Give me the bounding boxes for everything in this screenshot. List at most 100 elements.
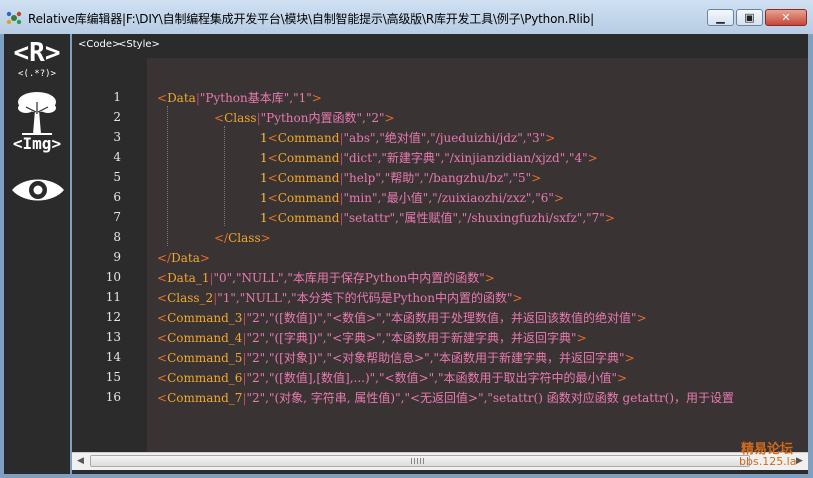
watermark-url: bbs.125.la: [739, 455, 797, 468]
forum-watermark: 精易论坛 bbs.125.la: [736, 438, 808, 472]
code-token-keyword: Command_5: [167, 351, 243, 365]
tree-icon: [18, 92, 56, 135]
code-token-string: "min","最小值","/zuixiaozhi/zxz","6": [343, 191, 554, 205]
tab-style[interactable]: <Style>: [118, 39, 160, 50]
code-token-keyword: Command: [277, 131, 340, 145]
code-editor[interactable]: <Data|"Python基本库","1"> <Class|"Python内置函数…: [147, 58, 808, 452]
line-number: 11: [105, 290, 121, 304]
line-number: 12: [105, 310, 121, 324]
grip-icon: [411, 458, 425, 464]
code-token-keyword: Command_6: [167, 371, 243, 385]
code-token-bracket: </: [214, 231, 229, 245]
command-level: 1: [260, 131, 268, 145]
code-token-bracket: >: [617, 371, 628, 385]
code-line[interactable]: </Class>: [214, 228, 271, 248]
line-number: 2: [113, 110, 121, 124]
code-token-bracket: </: [157, 251, 172, 265]
code-token-bracket: >: [587, 151, 598, 165]
code-token-bracket: <: [267, 171, 278, 185]
line-number: 5: [113, 170, 121, 184]
code-token-bracket: >: [576, 331, 587, 345]
code-line[interactable]: <Command_6|"2","([数值],[数值],...)","<数值>",…: [157, 368, 627, 388]
code-line[interactable]: <Command_3|"2","([数值])","<数值>","本函数用于处理数…: [157, 308, 647, 328]
code-line[interactable]: <Command_7|"2","(对象, 字符串, 属性值)","<无返回值>"…: [157, 388, 734, 408]
line-number: 13: [105, 330, 121, 344]
code-line[interactable]: <Class|"Python内置函数","2">: [214, 108, 395, 128]
tab-code[interactable]: <Code>: [78, 39, 120, 50]
code-line[interactable]: <Command_5|"2","([对象])","<对象帮助信息>","本函数用…: [157, 348, 635, 368]
code-token-bracket: >: [512, 291, 523, 305]
code-token-bracket: <: [157, 311, 168, 325]
code-token-keyword: Command: [277, 171, 340, 185]
close-button[interactable]: ✕: [765, 9, 807, 26]
scroll-left-icon[interactable]: ◀: [72, 453, 89, 470]
code-token-string: "2","([数值])","<数值>","本函数用于处理数值，并返回该数值的绝对…: [246, 311, 637, 325]
code-token-string: "Python基本库","1": [199, 91, 312, 105]
line-number: 16: [105, 390, 121, 404]
minimize-icon: ▁: [716, 11, 725, 24]
maximize-button[interactable]: ▣: [736, 9, 763, 26]
code-token-keyword: Command: [277, 191, 340, 205]
code-token-bracket: <: [267, 131, 278, 145]
code-token-string: "2","(对象, 字符串, 属性值)","<无返回值>","setattr()…: [246, 391, 735, 405]
eye-icon: [12, 179, 64, 201]
code-token-keyword: Command: [277, 151, 340, 165]
code-token-string: "0","NULL","本库用于保存Python中内置的函数": [213, 271, 485, 285]
code-token-string: "2","([数值],[数值],...)","<数值>","本函数用于取出字符中…: [246, 371, 617, 385]
code-token-bracket: >: [624, 351, 635, 365]
code-line[interactable]: <Command_4|"2","([字典])","<字典>","本函数用于新建字…: [157, 328, 587, 348]
code-line[interactable]: <Data_1|"0","NULL","本库用于保存Python中内置的函数">: [157, 268, 495, 288]
code-token-bracket: <: [214, 111, 225, 125]
indent-guide: [224, 126, 225, 226]
code-line[interactable]: </Data>: [157, 248, 210, 268]
line-number-gutter: 1 2 3 4 5 6 7 8 9 10 11 12 13 14 15 16: [72, 58, 147, 452]
code-token-bracket: <: [157, 291, 168, 305]
code-token-bracket: >: [545, 131, 556, 145]
code-line[interactable]: 1<Command|"min","最小值","/zuixiaozhi/zxz",…: [260, 188, 564, 208]
line-number: 1: [113, 90, 121, 104]
line-number: 14: [105, 350, 121, 364]
command-level: 1: [260, 151, 268, 165]
horizontal-scrollbar[interactable]: ◀ ▶: [72, 452, 808, 470]
line-number: 15: [105, 370, 121, 384]
close-icon: ✕: [781, 11, 791, 24]
code-token-string: "1","NULL","本分类下的代码是Python中内置的函数": [217, 291, 513, 305]
main-panel: <Code> <Style> 1 2 3 4 5 6 7 8 9 10 11 12 13 14 15 16 <…: [72, 34, 808, 474]
code-line[interactable]: 1<Command|"setattr","属性赋值","/shuxingfuzh…: [260, 208, 615, 228]
window-title: Relative库编辑器|F:\DIY\自制编程集成开发平台\模块\自制智能提示…: [28, 12, 594, 26]
app-window: Relative库编辑器|F:\DIY\自制编程集成开发平台\模块\自制智能提示…: [0, 0, 813, 478]
app-icon: [6, 11, 22, 25]
code-line[interactable]: <Data|"Python基本库","1">: [157, 88, 322, 108]
line-number: 9: [113, 250, 121, 264]
line-number: 3: [113, 130, 121, 144]
code-token-bracket: >: [531, 171, 542, 185]
code-token-keyword: Command_7: [167, 391, 243, 405]
code-token-bracket: >: [260, 231, 271, 245]
code-line[interactable]: 1<Command|"help","帮助","/bangzhu/bz","5">: [260, 168, 541, 188]
indent-guide: [167, 106, 168, 246]
code-token-bracket: <: [267, 211, 278, 225]
sidebar: <R> <(.*?)> <Img>: [4, 34, 70, 474]
code-token-string: "abs","绝对值","/jueduizhi/jdz","3": [343, 131, 546, 145]
line-number: 6: [113, 190, 121, 204]
code-token-keyword: Command_3: [167, 311, 243, 325]
code-token-string: "dict","新建字典","/xinjianzidian/xjzd","4": [343, 151, 588, 165]
line-number: 10: [105, 270, 121, 284]
minimize-button[interactable]: ▁: [707, 9, 734, 26]
code-line[interactable]: <Class_2|"1","NULL","本分类下的代码是Python中内置的函…: [157, 288, 523, 308]
maximize-icon: ▣: [744, 11, 755, 24]
scrollbar-thumb[interactable]: [90, 455, 750, 467]
code-token-bracket: <: [157, 371, 168, 385]
code-token-bracket: <: [267, 191, 278, 205]
title-bar[interactable]: Relative库编辑器|F:\DIY\自制编程集成开发平台\模块\自制智能提示…: [0, 0, 813, 35]
code-line[interactable]: 1<Command|"abs","绝对值","/jueduizhi/jdz","…: [260, 128, 555, 148]
code-token-bracket: <: [157, 91, 168, 105]
code-line[interactable]: 1<Command|"dict","新建字典","/xinjianzidian/…: [260, 148, 598, 168]
code-token-bracket: >: [636, 311, 647, 325]
regex-subtitle: <(.*?)>: [18, 69, 56, 79]
code-token-bracket: >: [604, 211, 615, 225]
code-token-string: "Python内置函数","2": [260, 111, 385, 125]
code-token-keyword: Command: [277, 211, 340, 225]
code-token-keyword: Command_4: [167, 331, 243, 345]
code-token-string: "2","([对象])","<对象帮助信息>","本函数用于新建字典，并返回字典…: [246, 351, 625, 365]
